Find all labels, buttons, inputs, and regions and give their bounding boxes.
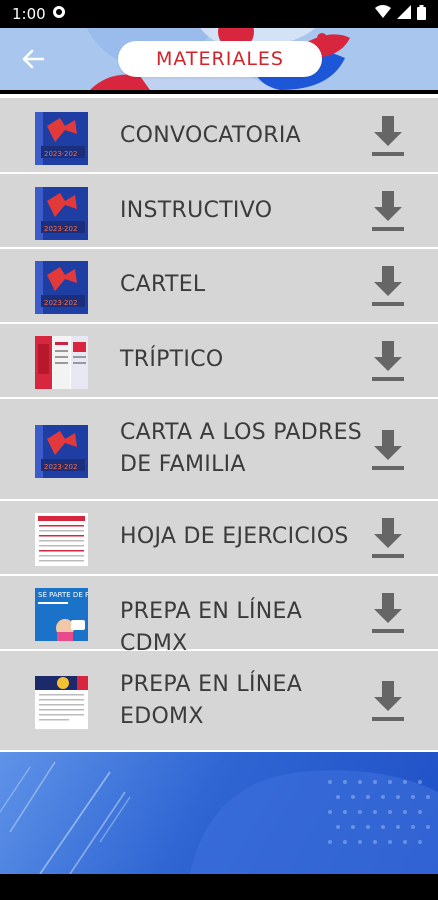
hoja-ejercicios-thumbnail	[35, 513, 88, 566]
footer-decoration	[0, 761, 438, 874]
item-label: HOJA DE EJERCICIOS	[120, 524, 349, 549]
item-label: CARTA A LOS PADRES DE FAMILIA	[120, 420, 363, 477]
list-item-instructivo[interactable]: 2023·202 INSTRUCTIVO	[0, 174, 438, 249]
list-item-cartel[interactable]: 2023·202 CARTEL	[0, 249, 438, 324]
download-icon[interactable]	[368, 591, 408, 635]
list-item-hoja-ejercicios[interactable]: HOJA DE EJERCICIOS	[0, 501, 438, 576]
system-nav-bar	[0, 874, 438, 900]
list-item-carta-padres[interactable]: 2023·202 CARTA A LOS PADRES DE FAMILIA	[0, 399, 438, 501]
item-label: CONVOCATORIA	[120, 123, 301, 148]
page-title-pill: MATERIALES	[118, 41, 322, 77]
list-item-triptico[interactable]: TRÍPTICO	[0, 324, 438, 399]
list-item-prepa-cdmx[interactable]: SÉ PARTE DE PREPA EN LÍNEA PREPA EN LÍNE…	[0, 576, 438, 656]
materials-list: 2023·202 CONVOCATORIA 2023·202 INSTRUCTI…	[0, 94, 438, 752]
svg-text:2023·202: 2023·202	[44, 150, 77, 158]
back-button[interactable]	[18, 44, 48, 74]
download-icon[interactable]	[368, 189, 408, 233]
download-icon[interactable]	[368, 114, 408, 158]
svg-text:2023·202: 2023·202	[44, 463, 77, 471]
prepa-cdmx-thumbnail: SÉ PARTE DE PREPA EN LÍNEA	[35, 588, 88, 641]
notification-icon	[52, 5, 66, 23]
item-label: CARTEL	[120, 272, 206, 297]
prepa-edomx-thumbnail	[35, 676, 88, 729]
instructivo-thumbnail: 2023·202	[35, 187, 88, 240]
download-icon[interactable]	[368, 679, 408, 723]
download-icon[interactable]	[368, 339, 408, 383]
download-icon[interactable]	[368, 264, 408, 308]
list-item-prepa-edomx[interactable]: PREPA EN LÍNEA EDOMX	[0, 651, 438, 752]
item-label: PREPA EN LÍNEA EDOMX	[120, 672, 303, 729]
wifi-icon	[375, 5, 391, 23]
svg-text:2023·202: 2023·202	[44, 225, 77, 233]
svg-text:2023·202: 2023·202	[44, 299, 77, 307]
battery-icon	[417, 4, 426, 24]
cdmx-thumb-title: SÉ PARTE DE PREPA EN LÍNEA	[38, 590, 88, 599]
carta-padres-thumbnail: 2023·202	[35, 425, 88, 478]
triptico-thumbnail	[35, 336, 88, 389]
footer-banner	[0, 752, 438, 874]
page-title: MATERIALES	[156, 48, 284, 70]
back-arrow-icon	[22, 49, 44, 69]
download-icon[interactable]	[368, 428, 408, 472]
list-item-convocatoria[interactable]: 2023·202 CONVOCATORIA	[0, 98, 438, 174]
item-label: TRÍPTICO	[120, 347, 224, 372]
app-header: MATERIALES	[0, 28, 438, 90]
signal-icon	[397, 5, 411, 23]
convocatoria-thumbnail: 2023·202	[35, 112, 88, 165]
download-icon[interactable]	[368, 516, 408, 560]
status-bar: 1:00	[0, 0, 438, 28]
cartel-thumbnail: 2023·202	[35, 261, 88, 314]
item-label: INSTRUCTIVO	[120, 198, 273, 223]
status-time: 1:00	[12, 5, 46, 23]
